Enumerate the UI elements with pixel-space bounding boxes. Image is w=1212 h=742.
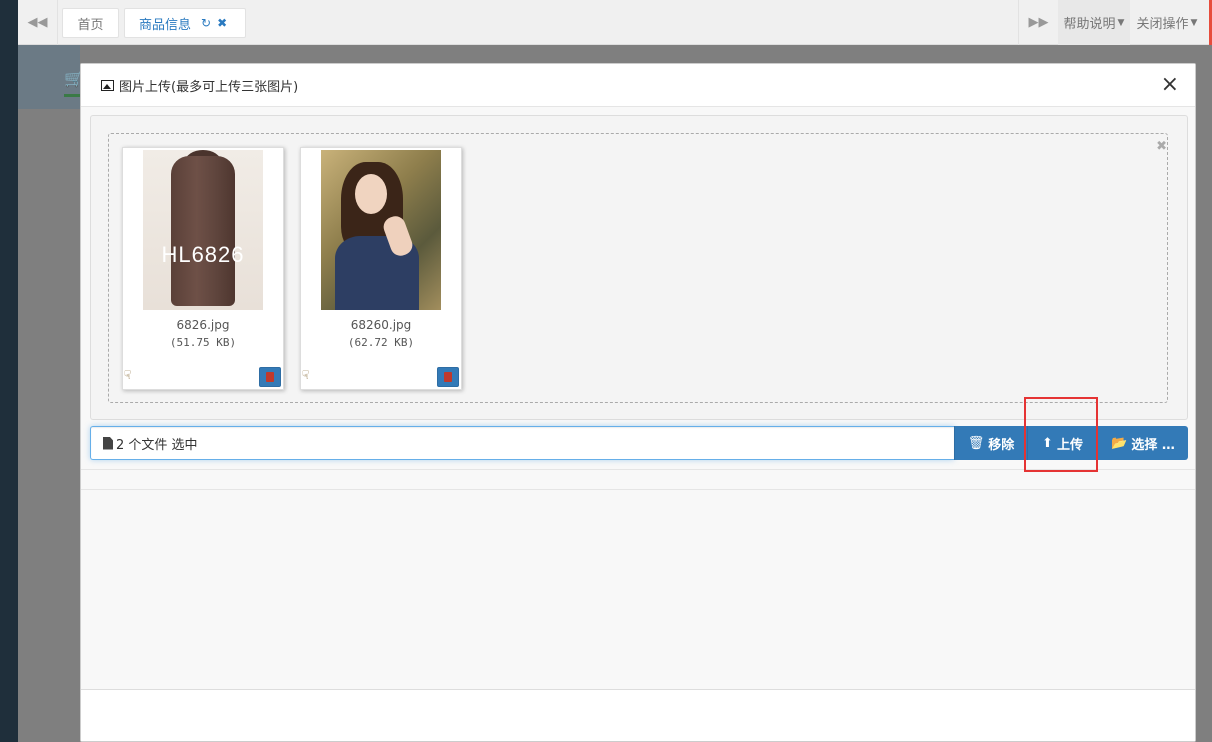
tabs-scroll-left-button[interactable]: ◀◀ xyxy=(18,0,58,45)
preview-image-model xyxy=(321,150,441,310)
drag-handle-icon[interactable]: ☟ xyxy=(124,368,131,382)
tab-home-label: 首页 xyxy=(77,17,104,33)
file-preview-area: ✖ HL6826 6826.jpg (51.75 KB) ☟ 68260.jpg… xyxy=(90,115,1188,420)
file-size: (51.75 KB) xyxy=(169,336,237,349)
browse-button[interactable]: 📂 选择 … xyxy=(1097,426,1188,460)
close-ops-menu[interactable]: 关闭操作 ▼ xyxy=(1130,0,1204,45)
remove-file-button[interactable] xyxy=(259,367,281,387)
modal-header: 图片上传(最多可上传三张图片) xyxy=(81,64,1195,107)
help-menu[interactable]: 帮助说明 ▼ xyxy=(1058,0,1130,45)
preview-image-coat: HL6826 xyxy=(143,150,263,310)
remove-file-button[interactable] xyxy=(437,367,459,387)
help-menu-label: 帮助说明 xyxy=(1063,17,1116,32)
tab-home[interactable]: 首页 xyxy=(62,8,119,38)
remove-button[interactable]: 🗑 移除 xyxy=(954,426,1027,460)
file-preview-frame: 68260.jpg (62.72 KB) ☟ xyxy=(300,147,462,390)
file-icon xyxy=(103,436,113,450)
trash-icon: 🗑 xyxy=(967,435,985,451)
tab-product-info[interactable]: 商品信息 ↻ ✖ xyxy=(124,8,246,38)
trash-icon xyxy=(444,372,452,382)
file-preview-frame: HL6826 6826.jpg (51.75 KB) ☟ xyxy=(122,147,284,390)
divider xyxy=(81,489,1195,490)
browse-button-label: 选择 … xyxy=(1131,437,1175,453)
tabs-scroll-right-button[interactable]: ▶▶ xyxy=(1018,0,1058,45)
forward-icon: ▶▶ xyxy=(1028,15,1049,30)
close-ops-menu-label: 关闭操作 xyxy=(1136,17,1189,32)
tab-product-info-label: 商品信息 xyxy=(139,17,192,33)
folder-open-icon: 📂 xyxy=(1111,435,1128,451)
file-name: 68260.jpg xyxy=(350,318,412,332)
upload-button-highlight xyxy=(1024,397,1098,472)
file-name: 6826.jpg xyxy=(176,318,230,332)
refresh-icon[interactable]: ↻ xyxy=(201,16,211,30)
modal-footer xyxy=(81,690,1195,741)
modal-close-button[interactable]: × xyxy=(1161,74,1179,96)
file-caption-text: 2 个文件 选中 xyxy=(116,437,198,453)
remove-button-label: 移除 xyxy=(988,437,1015,453)
backward-icon: ◀◀ xyxy=(27,15,48,30)
picture-icon xyxy=(101,79,114,91)
modal-title: 图片上传(最多可上传三张图片) xyxy=(119,79,299,95)
caret-down-icon: ▼ xyxy=(1190,17,1198,28)
file-drop-zone[interactable]: ✖ HL6826 6826.jpg (51.75 KB) ☟ 68260.jpg… xyxy=(108,133,1168,403)
close-circle-icon[interactable]: ✖ xyxy=(217,16,227,30)
caret-down-icon: ▼ xyxy=(1117,17,1125,28)
trash-icon xyxy=(266,372,274,382)
sidebar xyxy=(0,0,18,742)
drag-handle-icon[interactable]: ☟ xyxy=(302,368,309,382)
clear-preview-icon[interactable]: ✖ xyxy=(1156,139,1167,154)
file-size: (62.72 KB) xyxy=(347,336,415,349)
file-caption[interactable]: 2 个文件 选中 xyxy=(90,426,954,460)
image-watermark: HL6826 xyxy=(161,242,245,267)
tab-bar: ◀◀ 首页 商品信息 ↻ ✖ ▶▶ 帮助说明 ▼ 关闭操作 ▼ xyxy=(18,0,1212,45)
